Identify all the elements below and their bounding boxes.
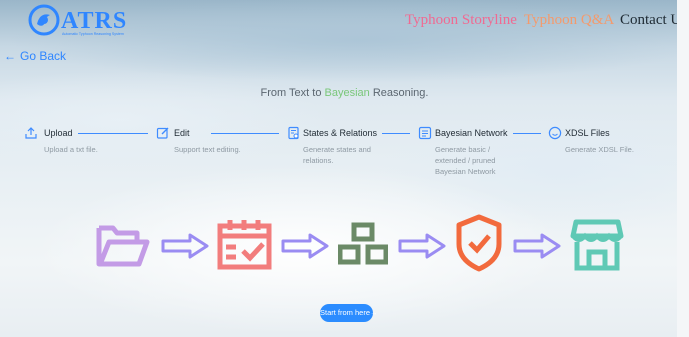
step-title: Upload	[44, 128, 73, 138]
headline-suffix: Reasoning.	[369, 87, 429, 99]
step-description: Generate XDSL File.	[565, 145, 634, 154]
arrow-right-icon	[281, 233, 329, 259]
step-title: Edit	[174, 128, 190, 138]
go-back-link[interactable]: ← Go Back	[4, 49, 66, 63]
arrow-right-icon	[161, 233, 209, 259]
go-back-label: Go Back	[20, 49, 67, 63]
right-edge-strip	[677, 0, 689, 337]
step-title: States & Relations	[303, 128, 378, 138]
arrow-left-icon: ←	[4, 49, 16, 63]
smile-icon	[548, 126, 562, 140]
step-title: Bayesian Network	[435, 128, 508, 138]
arrow-right-icon	[398, 233, 446, 259]
atrs-logo[interactable]: ATRS Automatic Typhoon Reasoning System	[28, 3, 148, 37]
step-connector	[78, 133, 148, 134]
headline-prefix: From Text to	[260, 87, 325, 99]
step-connector	[513, 133, 541, 134]
step-description: Upload a txt file.	[44, 145, 98, 154]
start-from-here-button[interactable]: Start from here→	[320, 304, 378, 322]
blocks-icon	[338, 222, 388, 265]
step-description: Generate states and relations.	[303, 145, 371, 165]
step-connector	[382, 133, 410, 134]
store-icon	[570, 219, 624, 271]
edit-icon	[156, 127, 169, 139]
shield-check-icon	[456, 214, 502, 272]
document-search-icon	[288, 126, 299, 140]
step-description: Support text editing.	[174, 145, 241, 154]
logo-text: ATRS	[61, 8, 127, 34]
upload-icon	[25, 127, 37, 139]
page-headline: From Text to Bayesian Reasoning.	[0, 87, 689, 99]
page-background: ATRS Automatic Typhoon Reasoning System …	[0, 0, 689, 337]
headline-highlight: Bayesian	[324, 87, 370, 99]
nav-typhoon-qa[interactable]: Typhoon Q&A	[524, 12, 614, 29]
logo-subtitle: Automatic Typhoon Reasoning System	[62, 32, 124, 36]
arrow-right-icon	[513, 233, 561, 259]
list-icon	[418, 126, 432, 140]
workflow-illustration	[0, 210, 689, 280]
step-description: Generate basic / extended / pruned Bayes…	[435, 145, 496, 176]
top-header: ATRS Automatic Typhoon Reasoning System …	[0, 0, 689, 42]
step-title: XDSL Files	[565, 128, 610, 138]
nav-typhoon-storyline[interactable]: Typhoon Storyline	[405, 12, 517, 29]
step-connector	[211, 133, 279, 134]
calendar-check-icon	[217, 220, 272, 270]
folder-icon	[96, 225, 150, 267]
